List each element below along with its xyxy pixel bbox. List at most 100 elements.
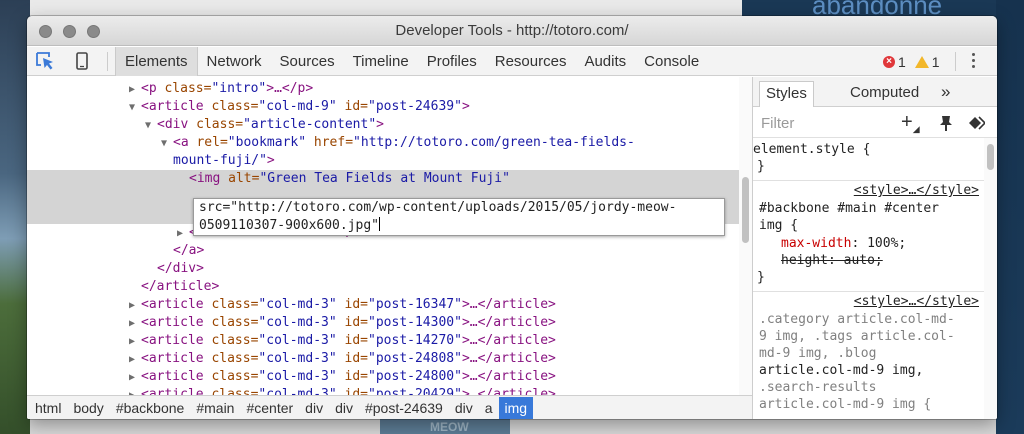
css-declaration-max-width[interactable]: max-width: 100%; [781, 235, 997, 252]
html-tag-text: >…</article> [461, 315, 556, 330]
dom-node[interactable]: ▶<article class="col-md-3" id="post-2042… [27, 386, 739, 395]
dom-node[interactable]: ▶ <article class="col-md-3" id="post-1430… [27, 314, 739, 332]
desktop-background-right [996, 0, 1024, 434]
tab-computed[interactable]: Computed [844, 81, 925, 107]
breadcrumb-item[interactable]: div [299, 397, 329, 419]
dom-scrollbar[interactable] [739, 77, 752, 395]
collapse-triangle-icon[interactable]: ▼ [145, 117, 157, 135]
html-tag-text: > [461, 99, 470, 114]
console-status[interactable]: × 1 1 [883, 54, 940, 70]
breadcrumb-item[interactable]: #post-24639 [359, 397, 449, 419]
rule-selector[interactable]: #backbone #main #center [759, 200, 990, 217]
collapse-triangle-icon[interactable]: ▼ [161, 135, 173, 153]
rule-selector[interactable]: .category article.col-md- [759, 311, 990, 328]
tab-elements[interactable]: Elements [115, 47, 198, 76]
rule-source-link[interactable]: <style>…</style> [854, 294, 979, 309]
sidebar-tabs: Styles Computed » [753, 77, 997, 107]
rule-selector[interactable]: img { [759, 217, 990, 234]
styles-filter-row: Filter +◢ [753, 108, 997, 138]
expand-triangle-icon[interactable]: ▶ [129, 81, 141, 99]
dom-scrollbar-thumb[interactable] [742, 177, 749, 243]
dom-node[interactable]: </article> [27, 278, 739, 296]
website-header-strip: abandonne [742, 0, 996, 20]
devtools-toolbar: Elements Network Sources Timeline Profil… [27, 47, 997, 76]
breadcrumb-item[interactable]: body [67, 397, 109, 419]
styles-scrollbar[interactable] [984, 138, 997, 419]
dom-node[interactable]: ▶ <article class="col-md-3" id="post-1634… [27, 296, 739, 314]
tab-sources[interactable]: Sources [271, 47, 344, 76]
title-bar[interactable]: Developer Tools - http://totoro.com/ [27, 16, 997, 46]
rule-selector[interactable]: .search-results [759, 379, 990, 396]
rule-selector[interactable]: 9 img, .tags article.col- [759, 328, 990, 345]
new-style-rule-icon[interactable]: +◢ [901, 111, 920, 135]
html-attribute-name: class= [203, 99, 259, 114]
dom-node[interactable]: </div> [27, 260, 739, 278]
dom-node[interactable]: ▼ <article class="col-md-9" id="post-2463… [27, 98, 739, 116]
rule-selector[interactable]: md-9 img, .blog [759, 345, 990, 362]
attribute-editor-line1: src="http://totoro.com/wp-content/upload… [199, 200, 677, 215]
breadcrumb-item[interactable]: img [498, 396, 534, 419]
rule-selector[interactable]: article.col-md-9 img { [759, 396, 990, 413]
breadcrumb-item[interactable]: div [449, 397, 479, 419]
html-attribute-name: id= [336, 99, 369, 114]
tab-timeline[interactable]: Timeline [344, 47, 418, 76]
html-attribute-value: "post-24639" [368, 99, 462, 114]
collapse-triangle-icon[interactable]: ▼ [129, 99, 141, 117]
breadcrumb-item[interactable]: a [479, 397, 499, 419]
dom-node[interactable]: ▶ <p class="intro">…</p> [27, 80, 739, 98]
tab-resources[interactable]: Resources [486, 47, 576, 76]
breadcrumb-item[interactable]: html [29, 397, 67, 419]
dom-node[interactable]: ▶ <article class="col-md-3" id="post-2480… [27, 350, 739, 368]
breadcrumb-item[interactable]: #main [190, 397, 240, 419]
dom-node[interactable]: ▶ <article class="col-md-3" id="post-1427… [27, 332, 739, 350]
rule-source-link[interactable]: <style>…</style> [854, 183, 979, 198]
tab-network[interactable]: Network [198, 47, 271, 76]
expand-triangle-icon[interactable]: ▶ [129, 369, 141, 387]
more-tabs-icon[interactable]: » [941, 81, 950, 103]
html-attribute-value: "post-14300" [368, 315, 462, 330]
expand-triangle-icon[interactable]: ▶ [129, 315, 141, 333]
tab-audits[interactable]: Audits [575, 47, 635, 76]
html-tag-text: >…</p> [266, 81, 314, 96]
expand-triangle-icon[interactable]: ▶ [129, 387, 141, 395]
dom-node-selected[interactable]: <img alt="Green Tea Fields at Mount Fuji… [27, 170, 739, 188]
html-tag-text: <article [141, 315, 204, 330]
force-state-icon[interactable] [939, 115, 953, 131]
dom-node[interactable]: ▶ <article class="col-md-3" id="post-2480… [27, 368, 739, 386]
device-mode-icon[interactable] [71, 51, 93, 71]
css-declaration-height[interactable]: height: auto; [781, 252, 997, 269]
html-tag-text: > [266, 153, 275, 168]
expand-triangle-icon[interactable]: ▶ [129, 333, 141, 351]
element-style-selector[interactable]: element.style { [753, 141, 984, 158]
tab-styles[interactable]: Styles [759, 81, 814, 107]
html-attribute-name: id= [336, 297, 369, 312]
expand-triangle-icon[interactable]: ▶ [177, 225, 189, 243]
breadcrumb-item[interactable]: #center [240, 397, 299, 419]
html-attribute-value: "intro" [211, 81, 267, 96]
attribute-editor[interactable]: src="http://totoro.com/wp-content/upload… [193, 198, 725, 236]
toggle-palette-icon[interactable] [969, 116, 987, 130]
html-tag-text: >…</article> [461, 387, 556, 395]
dom-node[interactable]: </a> [27, 242, 739, 260]
expand-triangle-icon[interactable]: ▶ [129, 297, 141, 315]
breadcrumb-item[interactable]: div [329, 397, 359, 419]
html-attribute-name: id= [336, 351, 369, 366]
dom-node[interactable]: mount-fuji/"> [27, 152, 739, 170]
html-tag-text: </article> [141, 279, 220, 294]
dom-node[interactable]: ▼ <div class="article-content"> [27, 116, 739, 134]
dom-node[interactable]: ▼ <a rel="bookmark" href="http://totoro.c… [27, 134, 739, 152]
expand-triangle-icon[interactable]: ▶ [129, 351, 141, 369]
more-menu-icon[interactable] [969, 53, 977, 71]
tab-profiles[interactable]: Profiles [418, 47, 486, 76]
rule-selector-matched[interactable]: article.col-md-9 img, [759, 362, 990, 379]
html-tag-text: <article [141, 369, 204, 384]
dom-tree[interactable]: ▶ <p class="intro">…</p> ▼ <article class="… [27, 77, 752, 395]
styles-scrollbar-thumb[interactable] [987, 144, 994, 170]
styles-filter-input[interactable]: Filter [761, 115, 794, 132]
breadcrumb-item[interactable]: #backbone [110, 397, 191, 419]
html-tag-text: <img [189, 171, 221, 186]
tab-console[interactable]: Console [635, 47, 708, 76]
styles-pane: Styles Computed » Filter +◢ element.styl… [753, 77, 997, 419]
inspect-element-icon[interactable] [35, 51, 57, 71]
